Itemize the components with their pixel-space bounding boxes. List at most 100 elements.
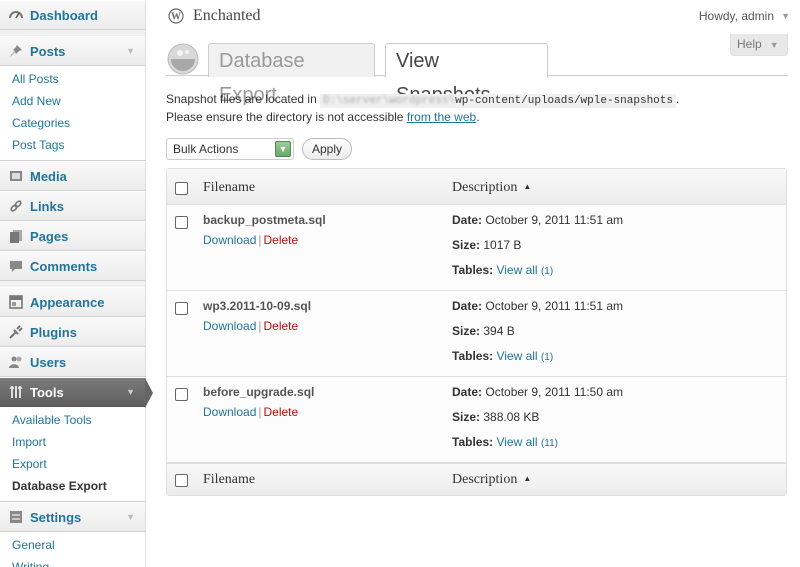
view-all-link[interactable]: View all bbox=[496, 263, 537, 277]
submenu-writing[interactable]: Writing bbox=[0, 556, 145, 567]
from-the-web-link[interactable]: from the web bbox=[407, 110, 476, 124]
row-checkbox[interactable] bbox=[175, 216, 188, 229]
download-link[interactable]: Download bbox=[203, 233, 256, 247]
row-filename: backup_postmeta.sql bbox=[203, 213, 326, 227]
menu-media-label: Media bbox=[30, 168, 67, 184]
view-all-link[interactable]: View all bbox=[496, 349, 537, 363]
settings-submenu: General Writing bbox=[0, 532, 145, 567]
chevron-down-icon: ▼ bbox=[275, 141, 291, 157]
column-description[interactable]: Description ▲ bbox=[452, 180, 531, 196]
pages-icon bbox=[8, 228, 24, 244]
row-filename: before_upgrade.sql bbox=[203, 385, 315, 399]
bulk-actions-select[interactable]: Bulk Actions ▼ bbox=[166, 138, 294, 160]
chevron-down-icon[interactable]: ▼ bbox=[126, 512, 135, 522]
snapshots-table: Filename Description ▲ backup_postmeta.sq… bbox=[166, 168, 787, 496]
menu-links-label: Links bbox=[30, 198, 64, 214]
submenu-import[interactable]: Import bbox=[0, 431, 145, 453]
submenu-database-export[interactable]: Database Export bbox=[0, 475, 145, 497]
menu-plugins[interactable]: Plugins bbox=[0, 317, 145, 347]
menu-dashboard[interactable]: Dashboard bbox=[0, 0, 145, 30]
row-date: Date: October 9, 2011 11:51 am bbox=[452, 299, 623, 313]
download-link[interactable]: Download bbox=[203, 405, 256, 419]
table-row: before_upgrade.sql Download | Delete Date:… bbox=[167, 377, 786, 463]
wordpress-logo-icon: W bbox=[168, 8, 184, 24]
tab-database-export[interactable]: Database Export bbox=[208, 43, 375, 106]
row-size: Size: 1017 B bbox=[452, 238, 521, 252]
row-tables: Tables: View all (1) bbox=[452, 263, 553, 277]
download-link[interactable]: Download bbox=[203, 319, 256, 333]
column-filename[interactable]: Filename bbox=[203, 180, 255, 196]
column-description[interactable]: Description ▲ bbox=[452, 472, 531, 488]
submenu-export[interactable]: Export bbox=[0, 453, 145, 475]
chevron-down-icon[interactable]: ▼ bbox=[126, 387, 135, 397]
menu-tools[interactable]: Tools ▼ bbox=[0, 377, 153, 408]
tools-submenu: Available Tools Import Export Database E… bbox=[0, 407, 145, 502]
location-prefix: Snapshot files are located in bbox=[166, 92, 317, 106]
submenu-add-new[interactable]: Add New bbox=[0, 90, 145, 112]
howdy-user[interactable]: Howdy, admin bbox=[699, 9, 774, 23]
submenu-post-tags[interactable]: Post Tags bbox=[0, 134, 145, 156]
date-value: October 9, 2011 11:51 am bbox=[485, 213, 624, 227]
path-visible: wp-content/uploads/wple-snapshots bbox=[455, 95, 673, 107]
submenu-all-posts[interactable]: All Posts bbox=[0, 68, 145, 90]
dashboard-icon bbox=[8, 7, 24, 23]
view-all-link[interactable]: View all bbox=[496, 435, 537, 449]
date-label: Date: bbox=[452, 385, 483, 399]
tables-count: (1) bbox=[540, 266, 554, 277]
delete-link[interactable]: Delete bbox=[264, 319, 299, 333]
path-hidden: D:\server\wordpress\ bbox=[323, 95, 456, 107]
menu-tools-label: Tools bbox=[30, 384, 64, 400]
menu-media[interactable]: Media bbox=[0, 161, 145, 191]
chevron-down-icon[interactable]: ▼ bbox=[126, 46, 135, 56]
menu-settings-label: Settings bbox=[30, 509, 82, 525]
table-row: backup_postmeta.sql Download | Delete Date… bbox=[167, 205, 786, 291]
admin-header: W Enchanted Howdy, admin ▼ bbox=[146, 0, 800, 32]
table-row: wp3.2011-10-09.sql Download | Delete Date:… bbox=[167, 291, 786, 377]
menu-comments[interactable]: Comments bbox=[0, 251, 145, 281]
menu-settings[interactable]: Settings ▼ bbox=[0, 502, 145, 532]
menu-posts[interactable]: Posts ▼ bbox=[0, 36, 145, 66]
tables-label: Tables: bbox=[452, 435, 494, 449]
media-icon bbox=[8, 168, 24, 184]
size-label: Size: bbox=[452, 238, 481, 252]
apply-button[interactable]: Apply bbox=[302, 138, 353, 160]
tables-count: (1) bbox=[540, 352, 554, 363]
chevron-down-icon[interactable]: ▼ bbox=[781, 11, 790, 21]
access-warning-line: Please ensure the directory is not acces… bbox=[166, 109, 679, 125]
tables-count: (11) bbox=[540, 438, 558, 449]
column-filename[interactable]: Filename bbox=[203, 472, 255, 488]
users-icon bbox=[8, 354, 24, 370]
menu-pages[interactable]: Pages bbox=[0, 221, 145, 251]
submenu-available-tools[interactable]: Available Tools bbox=[0, 409, 145, 431]
warning-prefix: Please ensure the directory is not acces… bbox=[166, 110, 404, 124]
row-date: Date: October 9, 2011 11:51 am bbox=[452, 213, 623, 227]
row-checkbox[interactable] bbox=[175, 388, 188, 401]
tools-icon bbox=[8, 384, 24, 400]
select-all-checkbox[interactable] bbox=[175, 182, 188, 195]
menu-dashboard-label: Dashboard bbox=[30, 7, 98, 23]
location-suffix: . bbox=[675, 92, 680, 106]
menu-appearance[interactable]: Appearance bbox=[0, 287, 145, 317]
posts-submenu: All Posts Add New Categories Post Tags bbox=[0, 66, 145, 161]
row-actions: Download | Delete bbox=[203, 319, 299, 333]
size-label: Size: bbox=[452, 410, 481, 424]
settings-icon bbox=[8, 509, 24, 525]
column-description-label: Description bbox=[452, 472, 518, 487]
menu-links[interactable]: Links bbox=[0, 191, 145, 221]
tab-view-snapshots[interactable]: View Snapshots bbox=[385, 43, 548, 106]
select-all-checkbox[interactable] bbox=[175, 474, 188, 487]
size-value: 388.08 KB bbox=[483, 410, 540, 424]
row-tables: Tables: View all (11) bbox=[452, 435, 558, 449]
row-checkbox[interactable] bbox=[175, 302, 188, 315]
row-actions: Download | Delete bbox=[203, 405, 299, 419]
delete-link[interactable]: Delete bbox=[264, 405, 299, 419]
snapshot-location-line: Snapshot files are located in D:\server\… bbox=[166, 91, 679, 109]
tab-bar: Database Export View Snapshots bbox=[166, 42, 788, 106]
submenu-general[interactable]: General bbox=[0, 534, 145, 556]
site-title[interactable]: W Enchanted bbox=[168, 7, 261, 25]
column-description-label: Description bbox=[452, 180, 518, 195]
menu-users[interactable]: Users bbox=[0, 347, 145, 377]
submenu-categories[interactable]: Categories bbox=[0, 112, 145, 134]
snapshot-path: D:\server\wordpress\wp-content/uploads/w… bbox=[320, 94, 676, 108]
delete-link[interactable]: Delete bbox=[264, 233, 299, 247]
